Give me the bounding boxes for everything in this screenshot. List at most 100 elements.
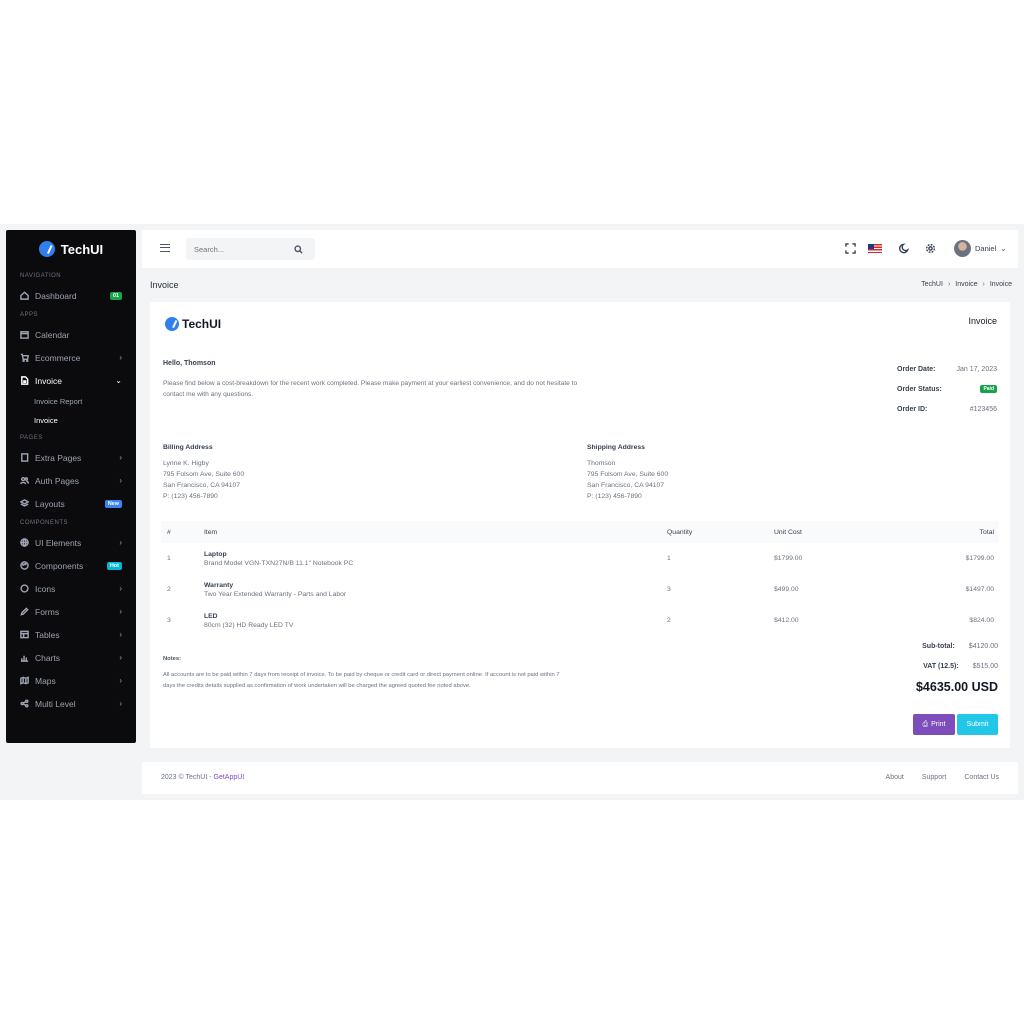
sidebar-item-label: Tables xyxy=(35,629,60,640)
chevron-down-icon: ⌄ xyxy=(1000,244,1007,253)
table-header: # Item Quantity Unit Cost Total xyxy=(161,521,998,543)
components-badge: Hot xyxy=(106,561,122,570)
sidebar-item-ecommerce[interactable]: Ecommerce › xyxy=(6,346,136,369)
shipping-address-title: Shipping Address xyxy=(587,444,645,451)
file-icon xyxy=(20,376,29,385)
sidebar-item-tables[interactable]: Tables › xyxy=(6,623,136,646)
footer-link-support[interactable]: Support xyxy=(922,774,947,781)
vat-value: $515.00 xyxy=(972,662,998,670)
invoice-logo-text: TechUI xyxy=(182,317,222,331)
section-navigation: NAVIGATION xyxy=(20,273,62,279)
circle-icon xyxy=(20,584,29,593)
chevron-right-icon: › xyxy=(119,476,122,485)
page-header: Invoice TechUI › Invoice › Invoice xyxy=(150,278,1012,292)
pen-icon xyxy=(20,607,29,616)
search-box[interactable] xyxy=(186,238,315,260)
sidebar-item-label: Invoice xyxy=(35,375,62,386)
shipping-city: San Francisco, CA 94107 xyxy=(587,482,665,489)
subtotal-label: Sub-total: xyxy=(922,642,955,650)
sidebar-item-label: Multi Level xyxy=(35,698,76,709)
footer-brand-link[interactable]: GetAppUI xyxy=(214,774,245,781)
moon-icon[interactable] xyxy=(898,242,910,254)
sidebar-subitem-invoice[interactable]: Invoice xyxy=(6,411,136,430)
col-header-quantity: Quantity xyxy=(667,528,693,536)
row-item: Laptop Brand Model VGN-TXN27N/B 11.1" No… xyxy=(204,551,667,567)
sidebar-item-calendar[interactable]: Calendar xyxy=(6,323,136,346)
hamburger-menu-icon[interactable] xyxy=(160,244,170,252)
sidebar-item-components[interactable]: Components Hot xyxy=(6,554,136,577)
row-total: $824.00 xyxy=(969,617,994,624)
sidebar-item-ui-elements[interactable]: UI Elements › xyxy=(6,531,136,554)
bar-chart-icon xyxy=(20,653,29,662)
sidebar-item-label: Forms xyxy=(35,606,60,617)
status-badge: Paid xyxy=(980,385,997,393)
notes-text: All accounts are to be paid within 7 day… xyxy=(163,672,560,689)
col-header-unit-cost: Unit Cost xyxy=(774,528,802,536)
invoice-table: # Item Quantity Unit Cost Total 1 Laptop… xyxy=(161,521,998,636)
table-row: 2 Warranty Two Year Extended Warranty - … xyxy=(161,574,998,605)
sidebar-item-charts[interactable]: Charts › xyxy=(6,646,136,669)
gear-icon[interactable] xyxy=(924,242,936,254)
sidebar-item-label: Extra Pages xyxy=(35,452,82,463)
calendar-icon xyxy=(20,330,29,339)
chevron-right-icon: › xyxy=(119,353,122,362)
fullscreen-icon[interactable] xyxy=(844,242,856,254)
col-header-item: Item xyxy=(204,528,218,536)
item-desc: Brand Model VGN-TXN27N/B 11.1" Notebook … xyxy=(204,559,354,567)
shipping-phone: P: (123) 456-7890 xyxy=(587,493,642,500)
brand[interactable]: TechUI xyxy=(6,230,136,268)
sidebar-item-layouts[interactable]: Layouts New xyxy=(6,492,136,515)
row-unit-cost: $499.00 xyxy=(774,586,799,593)
user-name: Daniel xyxy=(975,244,997,253)
shipping-street: 795 Folsom Ave, Suite 600 xyxy=(587,471,669,478)
chevron-right-icon: › xyxy=(947,281,951,288)
footer-link-contact[interactable]: Contact Us xyxy=(964,774,999,781)
totals: Sub-total: $4120.00 VAT (12.5): $515.00 … xyxy=(858,636,998,695)
sidebar-item-icons[interactable]: Icons › xyxy=(6,577,136,600)
shipping-name: Thomson xyxy=(587,460,616,467)
sidebar-item-label: Dashboard xyxy=(35,290,77,301)
row-quantity: 1 xyxy=(667,555,671,562)
item-desc: 80cm (32) HD Ready LED TV xyxy=(204,621,294,629)
page-icon xyxy=(20,453,29,462)
order-date-row: Order Date: Jan 17, 2023 xyxy=(897,359,997,379)
sidebar-item-auth-pages[interactable]: Auth Pages › xyxy=(6,469,136,492)
breadcrumb-item[interactable]: TechUI xyxy=(921,281,943,288)
sidebar-item-forms[interactable]: Forms › xyxy=(6,600,136,623)
sidebar-item-maps[interactable]: Maps › xyxy=(6,669,136,692)
chevron-right-icon: › xyxy=(119,584,122,593)
sidebar-item-invoice[interactable]: Invoice ⌄ xyxy=(6,369,136,392)
breadcrumb-item[interactable]: Invoice xyxy=(955,281,977,288)
sidebar-item-multi-level[interactable]: Multi Level › xyxy=(6,692,136,715)
billing-address: Billing Address Lynne K. Higby 795 Folso… xyxy=(163,442,244,502)
item-name: LED xyxy=(204,612,218,620)
search-icon[interactable] xyxy=(294,244,303,254)
order-id-row: Order ID: #123456 xyxy=(897,399,997,419)
section-pages: PAGES xyxy=(20,435,43,441)
footer-copyright: 2023 © TechUI - GetAppUI xyxy=(161,774,244,781)
row-unit-cost: $412.00 xyxy=(774,617,799,624)
vat-row: VAT (12.5): $515.00 xyxy=(858,656,998,676)
us-flag-icon[interactable] xyxy=(868,244,882,253)
print-label: Print xyxy=(931,721,946,728)
layouts-badge: New xyxy=(104,499,122,508)
sidebar-subitem-invoice-report[interactable]: Invoice Report xyxy=(6,392,136,411)
brand-logo-icon xyxy=(38,241,55,257)
chevron-right-icon: › xyxy=(119,630,122,639)
col-header-num: # xyxy=(167,528,171,536)
table-row: 1 Laptop Brand Model VGN-TXN27N/B 11.1" … xyxy=(161,543,998,574)
user-menu[interactable]: Daniel ⌄ xyxy=(954,240,1007,257)
section-components: COMPONENTS xyxy=(20,520,69,526)
sidebar-item-extra-pages[interactable]: Extra Pages › xyxy=(6,446,136,469)
sidebar-item-label: Icons xyxy=(35,583,56,594)
sidebar-item-dashboard[interactable]: Dashboard 01 xyxy=(6,284,136,307)
notes-title: Notes: xyxy=(163,656,182,662)
print-button[interactable]: ⎙ Print xyxy=(913,714,955,735)
invoice-title: Invoice xyxy=(968,316,997,326)
footer-link-about[interactable]: About xyxy=(886,774,904,781)
order-id-label: Order ID: xyxy=(897,405,928,413)
billing-address-title: Billing Address xyxy=(163,444,213,451)
search-input[interactable] xyxy=(194,244,294,254)
sidebar-item-label: Ecommerce xyxy=(35,352,81,363)
submit-button[interactable]: Submit xyxy=(957,714,998,735)
